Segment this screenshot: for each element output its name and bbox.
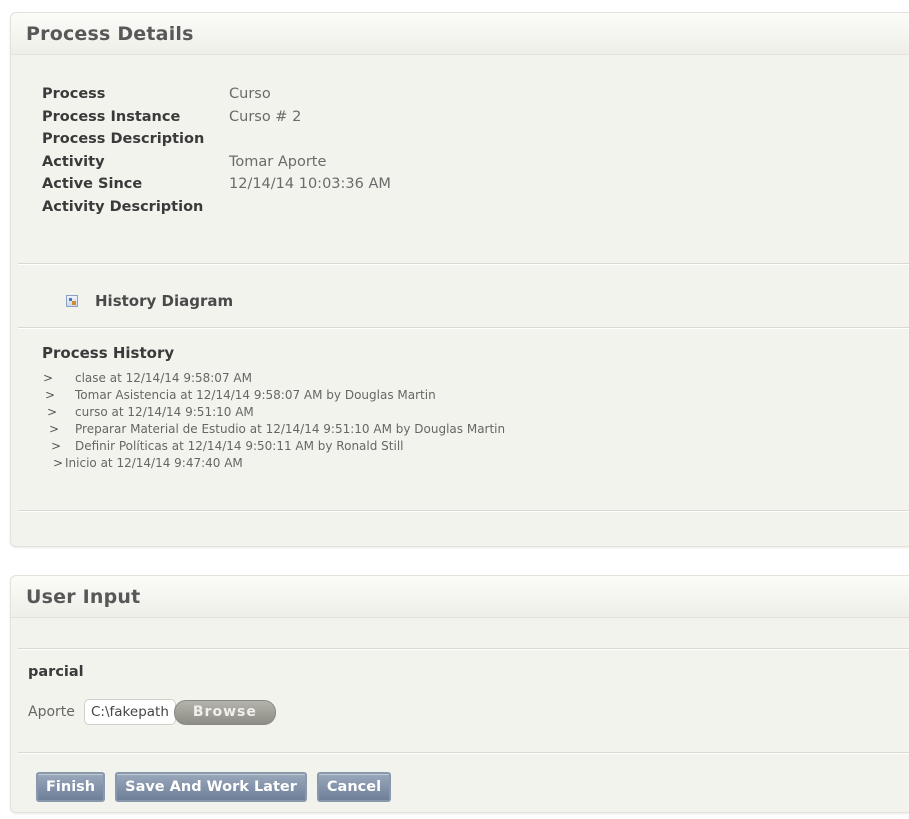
history-marker: >	[51, 439, 62, 453]
divider	[18, 510, 909, 512]
browse-button[interactable]: Browse	[173, 699, 276, 725]
history-text: Definir Políticas at 12/14/14 9:50:11 AM…	[75, 439, 404, 453]
process-history-title: Process History	[42, 344, 175, 362]
history-text: curso at 12/14/14 9:51:10 AM	[75, 405, 254, 419]
file-path-input[interactable]: C:\fakepath	[84, 699, 176, 725]
history-marker: >	[43, 371, 54, 385]
save-and-work-later-button[interactable]: Save And Work Later	[115, 772, 307, 802]
history-text: Preparar Material de Estudio at 12/14/14…	[75, 422, 506, 436]
history-item: > curso at 12/14/14 9:51:10 AM	[47, 404, 254, 420]
history-marker: >	[45, 388, 56, 402]
process-details-table: Process Curso Process Instance Curso # 2…	[42, 83, 391, 218]
detail-value: Curso # 2	[229, 108, 302, 125]
history-item: > Definir Políticas at 12/14/14 9:50:11 A…	[51, 438, 404, 454]
action-buttons: Finish Save And Work Later Cancel	[36, 772, 401, 802]
section-label-parcial: parcial	[28, 664, 84, 680]
cancel-button[interactable]: Cancel	[316, 772, 392, 802]
user-input-panel: User Input parcial Aporte C:\fakepath Br…	[10, 575, 909, 813]
divider	[18, 648, 909, 650]
detail-row-activity-description: Activity Description	[42, 196, 391, 219]
detail-label: Process Instance	[42, 108, 181, 125]
aporte-label: Aporte	[28, 704, 75, 720]
aporte-field-row: Aporte C:\fakepath Browse	[28, 699, 276, 725]
history-marker: >	[49, 422, 60, 436]
diagram-icon	[66, 295, 78, 307]
detail-row-process-description: Process Description	[42, 128, 391, 151]
finish-button[interactable]: Finish	[36, 772, 106, 802]
detail-label: Active Since	[42, 176, 143, 193]
history-marker: >	[47, 405, 58, 419]
detail-value: Curso	[229, 86, 271, 103]
history-marker: >	[53, 456, 64, 470]
history-diagram-label: History Diagram	[95, 292, 234, 310]
history-text: Inicio at 12/14/14 9:47:40 AM	[65, 456, 243, 470]
history-item: > Preparar Material de Estudio at 12/14/1…	[49, 421, 505, 437]
divider	[18, 263, 909, 265]
detail-row-activity: Activity Tomar Aporte	[42, 151, 391, 174]
user-input-title: User Input	[11, 576, 909, 618]
history-item: > Tomar Asistencia at 12/14/14 9:58:07 AM…	[45, 387, 436, 403]
detail-label: Process	[42, 86, 106, 103]
divider	[18, 752, 909, 754]
detail-row-active-since: Active Since 12/14/14 10:03:36 AM	[42, 173, 391, 196]
history-item: > clase at 12/14/14 9:58:07 AM	[43, 370, 252, 386]
detail-row-process: Process Curso	[42, 83, 391, 106]
detail-value	[229, 128, 391, 151]
detail-label: Activity Description	[42, 198, 204, 215]
process-details-title: Process Details	[11, 13, 909, 55]
divider	[18, 327, 909, 329]
detail-value	[229, 196, 391, 219]
history-item: > Inicio at 12/14/14 9:47:40 AM	[53, 455, 243, 471]
detail-value: 12/14/14 10:03:36 AM	[229, 176, 391, 193]
history-text: Tomar Asistencia at 12/14/14 9:58:07 AM …	[75, 388, 436, 402]
history-text: clase at 12/14/14 9:58:07 AM	[75, 371, 252, 385]
detail-row-process-instance: Process Instance Curso # 2	[42, 106, 391, 129]
detail-label: Activity	[42, 153, 105, 170]
process-details-panel: Process Details Process Curso Process In…	[10, 12, 909, 547]
detail-label: Process Description	[42, 131, 205, 148]
history-diagram-link[interactable]: History Diagram	[66, 291, 233, 311]
detail-value: Tomar Aporte	[229, 153, 327, 170]
